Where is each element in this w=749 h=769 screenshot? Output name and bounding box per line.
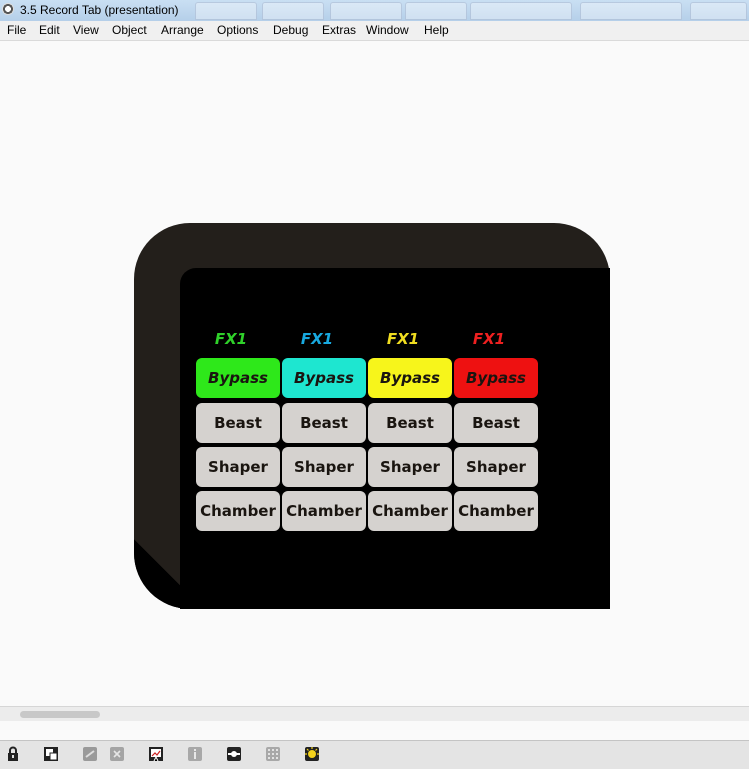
chamber-button[interactable]: Chamber [454, 491, 538, 531]
link-icon[interactable] [82, 746, 98, 762]
menu-options[interactable]: Options [217, 23, 258, 37]
chamber-button[interactable]: Chamber [282, 491, 366, 531]
shaper-button[interactable]: Shaper [454, 447, 538, 487]
bulb-icon[interactable] [304, 746, 320, 762]
menu-arrange[interactable]: Arrange [161, 23, 204, 37]
menu-extras[interactable]: Extras [322, 23, 356, 37]
beast-button[interactable]: Beast [282, 403, 366, 443]
bypass-button[interactable]: Bypass [282, 358, 366, 398]
horizontal-scrollbar[interactable] [0, 706, 749, 721]
device-bezel-bottom [180, 555, 610, 609]
chamber-button[interactable]: Chamber [196, 491, 280, 531]
fx-label: FX1 [300, 330, 334, 348]
app-icon [2, 3, 14, 15]
fx-label: FX1 [472, 330, 506, 348]
shaper-button[interactable]: Shaper [368, 447, 452, 487]
grid-icon[interactable] [265, 746, 281, 762]
lock-icon[interactable] [5, 746, 21, 762]
patch-cord-icon[interactable] [226, 746, 242, 762]
background-tab[interactable] [262, 2, 324, 20]
presentation-mode-icon[interactable] [43, 746, 59, 762]
scrollbar-thumb[interactable] [20, 711, 100, 718]
menu-debug[interactable]: Debug [273, 23, 308, 37]
shaper-button[interactable]: Shaper [282, 447, 366, 487]
bypass-button[interactable]: Bypass [196, 358, 280, 398]
shaper-button[interactable]: Shaper [196, 447, 280, 487]
bypass-button[interactable]: Bypass [454, 358, 538, 398]
background-tab[interactable] [690, 2, 747, 20]
menu-help[interactable]: Help [424, 23, 449, 37]
title-bar: 3.5 Record Tab (presentation) [0, 0, 749, 22]
beast-button[interactable]: Beast [454, 403, 538, 443]
chamber-button[interactable]: Chamber [368, 491, 452, 531]
bottom-toolbar [0, 740, 749, 769]
fx-label: FX1 [386, 330, 420, 348]
menu-window[interactable]: Window [366, 23, 409, 37]
bypass-button[interactable]: Bypass [368, 358, 452, 398]
background-tab[interactable] [195, 2, 257, 20]
close-icon[interactable] [109, 746, 125, 762]
beast-button[interactable]: Beast [368, 403, 452, 443]
background-tab[interactable] [330, 2, 402, 20]
menu-file[interactable]: File [7, 23, 26, 37]
chart-icon[interactable] [148, 746, 164, 762]
menu-edit[interactable]: Edit [39, 23, 60, 37]
menu-bar: File Edit View Object Arrange Options De… [0, 21, 749, 41]
background-tab[interactable] [470, 2, 572, 20]
background-tab[interactable] [405, 2, 467, 20]
window-title: 3.5 Record Tab (presentation) [20, 3, 179, 17]
menu-view[interactable]: View [73, 23, 99, 37]
info-icon[interactable] [187, 746, 203, 762]
fx-label: FX1 [214, 330, 248, 348]
background-tab[interactable] [580, 2, 682, 20]
menu-object[interactable]: Object [112, 23, 147, 37]
beast-button[interactable]: Beast [196, 403, 280, 443]
